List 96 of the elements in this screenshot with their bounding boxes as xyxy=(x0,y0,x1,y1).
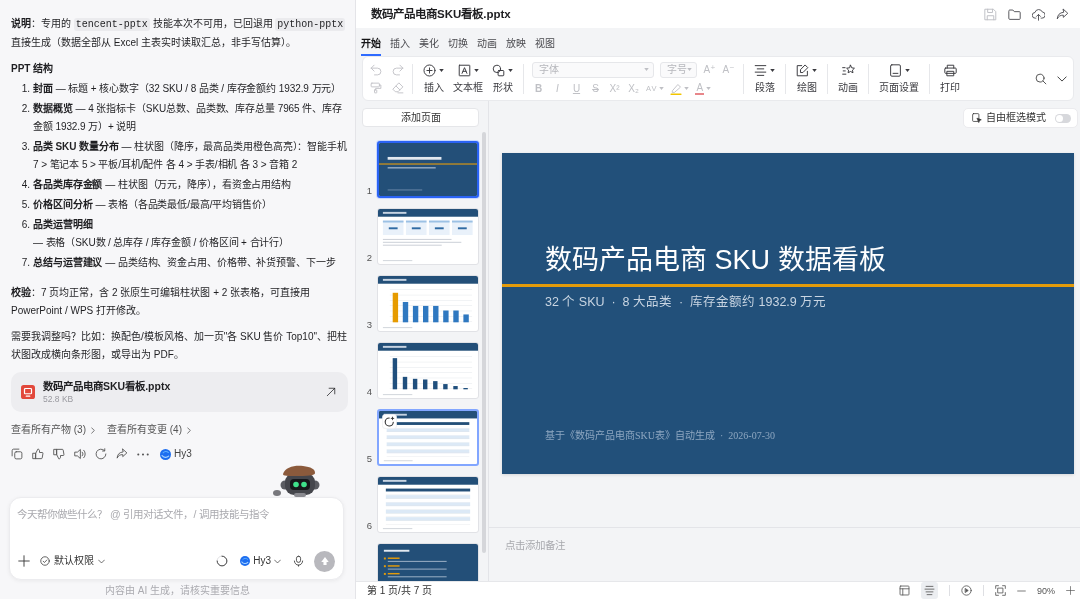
animation-button[interactable]: 动画 xyxy=(836,63,860,94)
highlighter-icon xyxy=(670,82,683,95)
ribbon-tab[interactable]: 放映 xyxy=(506,28,526,56)
more-icon[interactable] xyxy=(137,452,149,456)
check-paragraph: 校验：7 页均正常，含 2 张原生可编辑柱状图 + 2 张表格，可直接用 PowerPoint / WPS 打开修改。 xyxy=(11,285,312,318)
ribbon-tab[interactable]: 视图 xyxy=(535,28,555,56)
slide-number: 5 xyxy=(365,453,374,465)
page-icon xyxy=(888,64,902,77)
speaker-icon[interactable] xyxy=(74,448,86,460)
add-circle-icon xyxy=(423,64,436,77)
printer-icon xyxy=(943,64,957,77)
search-icon[interactable] xyxy=(1035,72,1047,85)
composer-panel[interactable]: 今天帮你做些什么？ @ 引用对话文件，/ 调用技能与指令 默认权限 Hy3 xyxy=(9,497,344,580)
view-all-link[interactable]: 查看所有变更 (4) xyxy=(107,422,191,438)
ribbon-tab[interactable]: 插入 xyxy=(390,28,410,56)
select-frame-icon xyxy=(972,113,982,123)
view-all-link[interactable]: 查看所有产物 (3) xyxy=(11,422,95,438)
folder-icon[interactable] xyxy=(1008,7,1021,21)
notes-view-icon[interactable] xyxy=(921,582,938,599)
presentation-file-icon xyxy=(21,385,35,399)
file-card[interactable]: 数码产品电商SKU看板.pptx 52.8 KB xyxy=(11,372,348,412)
draw-button[interactable]: 绘图 xyxy=(794,63,819,94)
caret-icon xyxy=(687,68,692,71)
cloud-upload-icon[interactable] xyxy=(1032,7,1045,21)
paragraph-button[interactable]: 段落 xyxy=(752,63,777,94)
ribbon-tab[interactable]: 切换 xyxy=(448,28,468,56)
list-item: 1. 封面 — 标题 + 核心数字（32 SKU / 8 品类 / 库存金额约 1932.9 万元） xyxy=(20,81,343,96)
share-icon[interactable] xyxy=(1056,7,1069,21)
sparkle-refresh-icon[interactable] xyxy=(382,414,397,429)
chevron-down-icon xyxy=(274,558,281,564)
loading-spinner-icon xyxy=(216,555,229,567)
add-icon[interactable] xyxy=(18,555,30,567)
check-circle-icon xyxy=(40,556,50,566)
shapes-icon xyxy=(492,64,505,77)
slide-number: 3 xyxy=(365,319,374,331)
free-select-toggle[interactable]: 自由框选模式 xyxy=(963,108,1078,128)
page-indicator: 第 1 页/共 7 页 xyxy=(367,584,432,597)
insert-button[interactable]: 插入 xyxy=(421,63,446,94)
zoom-level[interactable]: 90% xyxy=(1037,584,1055,597)
slide-title: 数码产品电商 SKU 数据看板 xyxy=(545,244,886,276)
open-external-icon[interactable] xyxy=(326,387,336,397)
ribbon-tab[interactable]: 美化 xyxy=(419,28,439,56)
print-button[interactable]: 打印 xyxy=(938,63,962,94)
star-lines-icon xyxy=(841,64,855,77)
zoom-in-icon[interactable] xyxy=(1066,586,1075,595)
list-item: 2. 数据概览 — 4 张指标卡（SKU总数、品类数、库存总量 7965 件、库存金额 1932.9 万）+ 说明 xyxy=(20,101,343,134)
layout-icon[interactable] xyxy=(899,585,910,596)
ribbon-tab[interactable]: 动画 xyxy=(477,28,497,56)
file-name: 数码产品电商SKU看板.pptx xyxy=(43,379,172,393)
chevron-right-icon xyxy=(187,426,191,434)
refresh-icon[interactable] xyxy=(95,448,107,460)
fit-screen-icon[interactable] xyxy=(995,585,1006,596)
edit-square-icon xyxy=(796,64,809,77)
list-item: 6. 品类运营明细 — 表格（SKU数 / 总库存 / 库存金额 / 价格区间 + 合计行） xyxy=(20,217,291,250)
slide-footer: 基于《数码产品电商SKU表》自动生成 · 2026-07-30 xyxy=(545,429,775,442)
play-icon[interactable] xyxy=(961,585,972,596)
chevron-down-icon xyxy=(98,558,105,564)
text-box-icon xyxy=(457,64,471,77)
slide-number: 1 xyxy=(365,185,374,197)
caret-icon xyxy=(644,68,649,71)
model-name: Hy3 xyxy=(174,447,192,461)
document-title: 数码产品电商SKU看板.pptx xyxy=(371,7,511,21)
thumbs-down-icon[interactable] xyxy=(53,448,65,460)
thumbs-up-icon[interactable] xyxy=(32,448,44,460)
list-item: 5. 价格区间分析 — 表格（各品类最低/最高/平均销售价） xyxy=(20,197,273,212)
slide-thumbnail[interactable] xyxy=(377,141,479,198)
align-center-icon xyxy=(754,64,767,77)
microphone-icon[interactable] xyxy=(293,555,304,567)
file-size: 52.8 KB xyxy=(43,393,75,405)
page-setup-button[interactable]: 页面设置 xyxy=(877,63,921,94)
chevron-down-icon[interactable] xyxy=(1057,75,1067,82)
note-paragraph: 说明：专用的 tencent-pptx 技能本次不可用，已回退用 python-pptx 直接生成（数据全部从 Excel 主表实时读取汇总，非手写估算）。 xyxy=(11,16,347,50)
copy-icon[interactable] xyxy=(11,448,23,460)
arrow-up-icon xyxy=(319,556,330,566)
section-heading: PPT 结构 xyxy=(11,61,55,76)
message-input[interactable]: 今天帮你做些什么？ @ 引用对话文件，/ 调用技能与指令 xyxy=(10,498,343,550)
add-page-button[interactable]: 添加页面 xyxy=(362,108,479,127)
slide-number: 2 xyxy=(365,252,374,264)
permission-dropdown[interactable]: 默认权限 xyxy=(40,555,105,567)
list-item: 4. 各品类库存金额 — 柱状图（万元，降序），看资金占用结构 xyxy=(20,177,293,192)
model-dropdown[interactable]: Hy3 xyxy=(240,555,281,567)
share-icon[interactable] xyxy=(116,448,128,460)
text-box-button[interactable]: 文本框 xyxy=(451,63,485,94)
slide-number: 6 xyxy=(365,520,374,532)
model-logo-icon xyxy=(240,556,251,566)
slide-thumbnail[interactable] xyxy=(377,409,479,466)
slide-subtitle: 32 个 SKU · 8 大品类 · 库存金额约 1932.9 万元 xyxy=(545,294,827,310)
question-paragraph: 需要我调整吗？比如：换配色/模板风格、加一页"各 SKU 售价 Top10"、把柱状图改成横向条形图，或导出为 PDF。 xyxy=(11,330,349,362)
list-item: 7. 总结与运营建议 — 品类结构、资金占用、价格带、补货预警、下一步 xyxy=(20,255,337,270)
shape-button[interactable]: 形状 xyxy=(490,63,515,94)
model-logo-icon xyxy=(160,448,171,460)
toggle-switch[interactable] xyxy=(1055,113,1071,123)
disclaimer-text: 内容由 AI 生成，请核实重要信息 xyxy=(104,583,251,598)
chevron-right-icon xyxy=(91,426,95,434)
slide-number: 4 xyxy=(365,386,374,398)
list-item: 3. 品类 SKU 数量分布 — 柱状图（降序，最高品类用橙色高亮）：智能手机 7 > 笔记本 5 > 平板/耳机/配件 各 4 > 手表/相机 各 3 > 音箱 2 xyxy=(20,139,348,172)
